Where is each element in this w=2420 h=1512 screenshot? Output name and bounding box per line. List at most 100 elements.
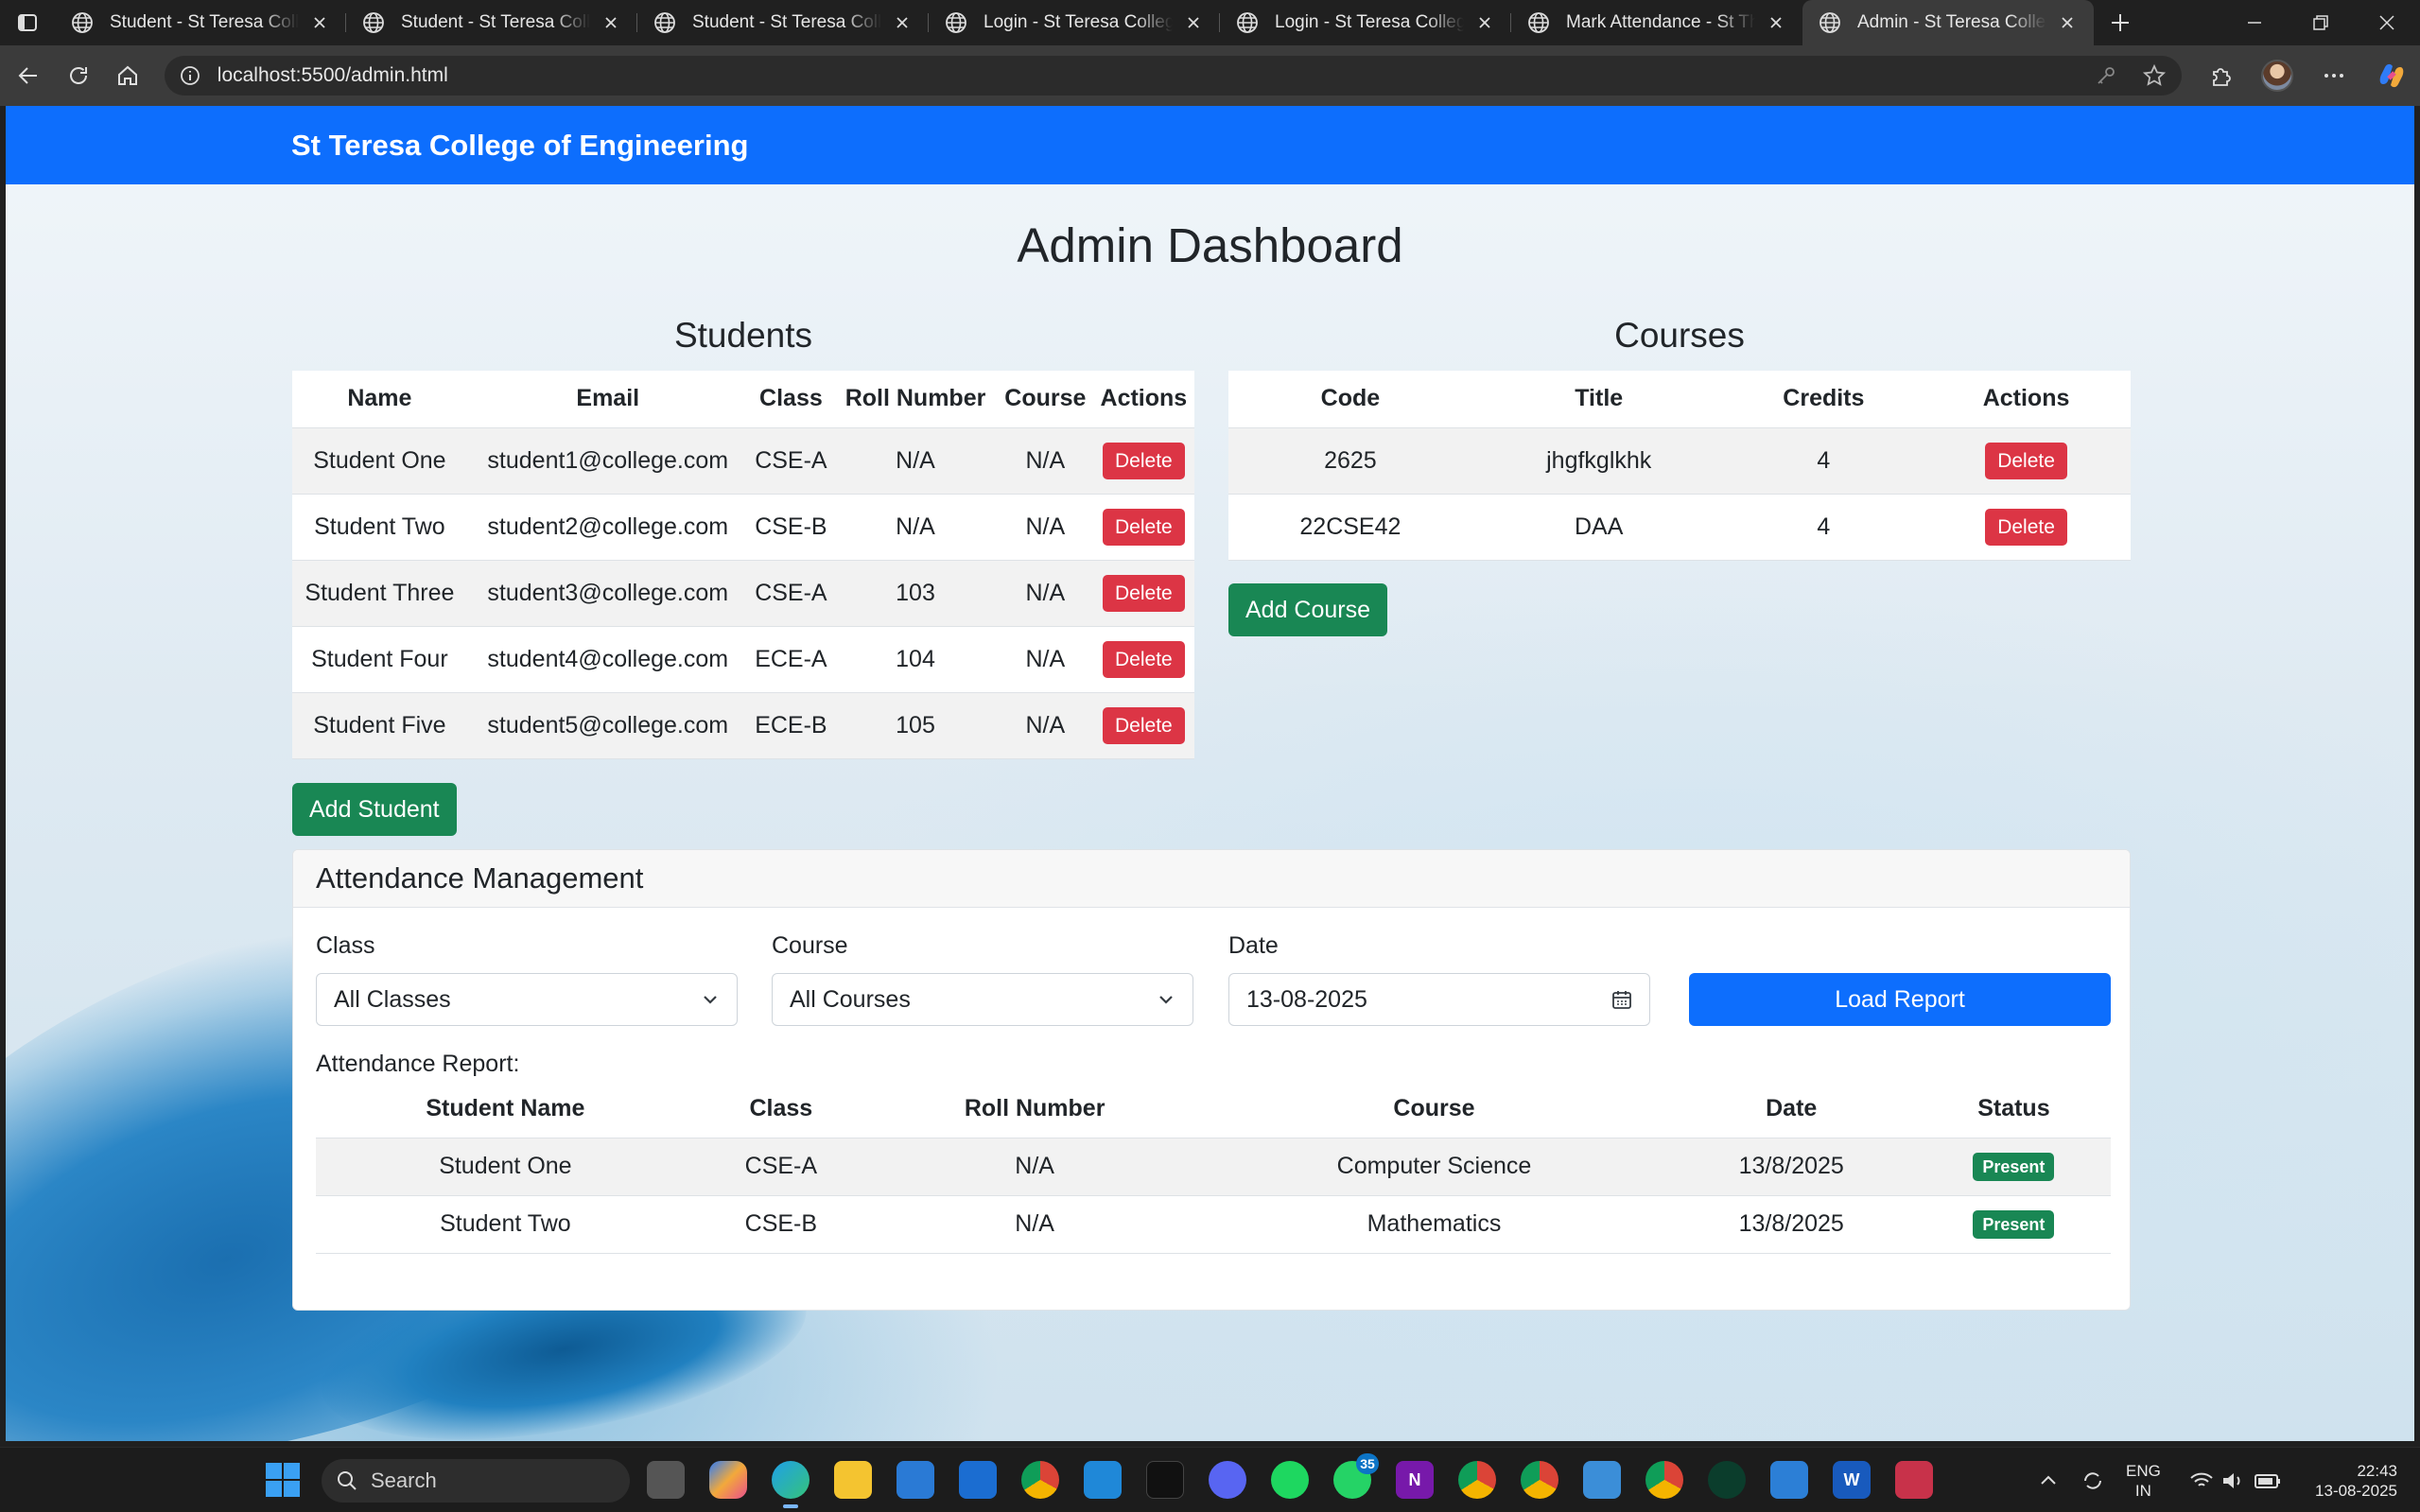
course-code-cell: 22CSE42 <box>1228 494 1472 561</box>
tab-close-button[interactable] <box>308 11 331 34</box>
vscode-icon[interactable] <box>1084 1461 1122 1499</box>
column-header: Name <box>292 371 467 428</box>
extensions-button[interactable] <box>2191 52 2248 99</box>
system-clock[interactable]: 22:43 13-08-2025 <box>2303 1461 2397 1501</box>
chrome-profile-icon[interactable] <box>1458 1461 1496 1499</box>
mongodb-compass-icon[interactable] <box>1708 1461 1746 1499</box>
date-input[interactable]: 13-08-2025 <box>1228 973 1650 1026</box>
clock-time: 22:43 <box>2357 1462 2397 1480</box>
column-header: Roll Number <box>866 1081 1203 1138</box>
students-table: Name Email Class Roll Number Course Actions S… <box>292 371 1194 759</box>
student-roll-cell: N/A <box>833 427 998 495</box>
info-icon[interactable] <box>180 65 200 86</box>
taskbar-search[interactable]: Search <box>322 1459 630 1503</box>
word-icon[interactable]: W <box>1833 1461 1871 1499</box>
minimize-button[interactable] <box>2221 0 2288 45</box>
delete-student-button[interactable]: Delete <box>1103 574 1185 612</box>
courses-table: Code Title Credits Actions 2625 jhgfkglkhk 4 D… <box>1228 371 2131 561</box>
url-text[interactable]: localhost:5500/admin.html <box>218 64 448 87</box>
paint-app-icon[interactable] <box>959 1461 997 1499</box>
home-button[interactable] <box>103 52 153 99</box>
add-course-button[interactable]: Add Course <box>1228 583 1388 636</box>
new-tab-button[interactable] <box>2094 0 2147 45</box>
chrome-profile-icon[interactable] <box>1521 1461 1558 1499</box>
tab-close-button[interactable] <box>1182 11 1205 34</box>
attendance-roll-cell: N/A <box>866 1195 1203 1254</box>
copilot-button[interactable] <box>2363 52 2420 99</box>
edge-browser-icon[interactable] <box>772 1461 810 1508</box>
chevron-up-icon[interactable] <box>2038 1470 2059 1491</box>
browser-tab[interactable]: Mark Attendance - St Theresa <box>1511 0 1802 45</box>
start-button[interactable] <box>265 1462 301 1498</box>
column-header: Course <box>997 371 1093 428</box>
puzzle-icon <box>2212 68 2231 86</box>
browser-tab[interactable]: Student - St Teresa College <box>55 0 346 45</box>
tab-actions-button[interactable] <box>0 0 55 45</box>
profile-button[interactable] <box>2249 52 2306 99</box>
restore-button[interactable] <box>2288 0 2354 45</box>
course-select[interactable]: All Courses <box>772 973 1193 1026</box>
taskbar-search-placeholder: Search <box>371 1469 437 1492</box>
volume-icon[interactable] <box>2220 1469 2245 1493</box>
snipping-tool-icon[interactable] <box>1895 1461 1933 1499</box>
task-view-icon[interactable] <box>647 1461 685 1499</box>
student-email-cell: student4@college.com <box>466 626 749 693</box>
chrome-icon[interactable] <box>1021 1461 1059 1499</box>
address-bar[interactable]: localhost:5500/admin.html <box>164 56 2183 96</box>
sync-icon[interactable] <box>2081 1469 2105 1493</box>
student-email-cell: student2@college.com <box>466 494 749 561</box>
wifi-icon[interactable] <box>2189 1469 2214 1493</box>
copilot-taskbar-icon[interactable] <box>709 1461 747 1499</box>
student-name-cell: Student Four <box>292 626 467 693</box>
brand-link[interactable]: St Teresa College of Engineering <box>291 129 748 163</box>
delete-student-button[interactable]: Delete <box>1103 508 1185 546</box>
delete-student-button[interactable]: Delete <box>1103 706 1185 744</box>
language-indicator[interactable]: ENG IN <box>2126 1461 2161 1501</box>
delete-course-button[interactable]: Delete <box>1985 442 2067 479</box>
tab-close-button[interactable] <box>600 11 622 34</box>
globe-icon <box>1528 12 1549 33</box>
onenote-icon[interactable]: N <box>1396 1461 1434 1499</box>
delete-student-button[interactable]: Delete <box>1103 640 1185 678</box>
close-window-button[interactable] <box>2354 0 2420 45</box>
chrome-profile-icon[interactable] <box>1645 1461 1683 1499</box>
photos-app-icon[interactable] <box>1770 1461 1808 1499</box>
browser-tab[interactable]: Login - St Teresa College of <box>929 0 1220 45</box>
battery-icon[interactable] <box>2254 1469 2282 1493</box>
student-name-cell: Student One <box>292 427 467 495</box>
browser-tab[interactable]: Student - St Teresa College <box>346 0 637 45</box>
column-header: Student Name <box>316 1081 695 1138</box>
tab-close-button[interactable] <box>1473 11 1496 34</box>
spotify-icon[interactable] <box>1271 1461 1309 1499</box>
ellipsis-icon <box>2324 74 2344 78</box>
students-heading: Students <box>673 316 813 355</box>
tab-close-button[interactable] <box>1765 11 1787 34</box>
browser-tab-active[interactable]: Admin - St Teresa College of <box>1802 0 2094 45</box>
actions-cell: Delete <box>1922 427 2131 495</box>
tab-close-button[interactable] <box>891 11 914 34</box>
delete-course-button[interactable]: Delete <box>1985 508 2067 546</box>
browser-tab[interactable]: Student - St Teresa College <box>637 0 929 45</box>
attendance-class-cell: CSE-A <box>694 1138 867 1196</box>
load-report-button[interactable]: Load Report <box>1689 973 2111 1026</box>
calendar-icon[interactable] <box>1611 989 1632 1010</box>
favorite-star-icon[interactable] <box>2142 63 2167 88</box>
file-explorer-icon[interactable] <box>834 1461 872 1499</box>
add-student-button[interactable]: Add Student <box>292 783 457 836</box>
refresh-button[interactable] <box>54 52 104 99</box>
tab-close-button[interactable] <box>2056 11 2079 34</box>
whatsapp-icon[interactable]: 35 <box>1333 1453 1379 1499</box>
microsoft-store-icon[interactable] <box>897 1461 934 1499</box>
class-select[interactable]: All Classes <box>316 973 738 1026</box>
notepad-icon[interactable] <box>1583 1461 1621 1499</box>
delete-student-button[interactable]: Delete <box>1103 442 1185 479</box>
avatar <box>2261 60 2294 92</box>
discord-icon[interactable] <box>1209 1461 1246 1499</box>
key-icon[interactable] <box>2095 64 2117 87</box>
windows-logo-icon <box>266 1463 300 1497</box>
status-cell: Present <box>1916 1195 2111 1254</box>
more-menu-button[interactable] <box>2306 52 2362 99</box>
capcut-icon[interactable] <box>1146 1461 1184 1499</box>
browser-tab[interactable]: Login - St Teresa College of <box>1220 0 1511 45</box>
back-button[interactable] <box>4 52 54 99</box>
